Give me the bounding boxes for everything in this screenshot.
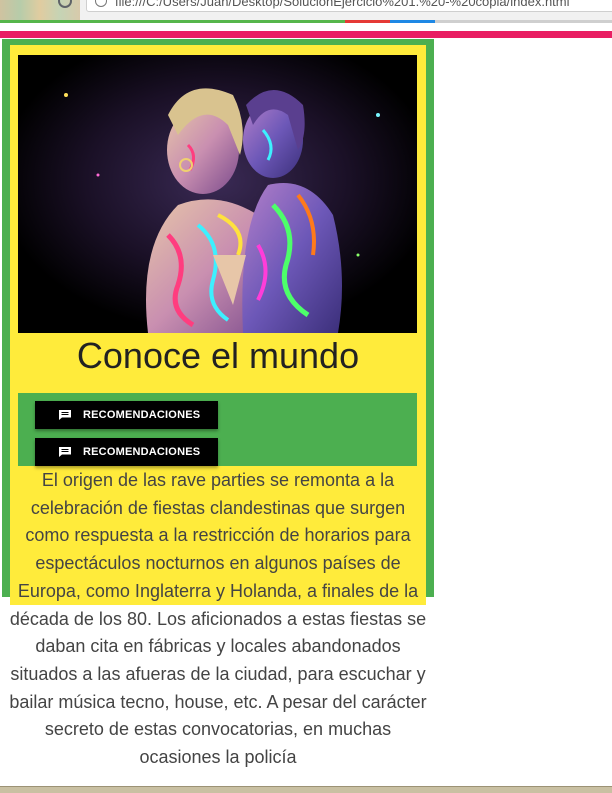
hero-image-art (18, 55, 417, 333)
card-title: Conoce el mundo (76, 335, 360, 376)
hero-image (18, 55, 417, 333)
recommendations-button-label: RECOMENDACIONES (83, 409, 201, 421)
color-strip-blue (390, 20, 435, 23)
color-strip-red (345, 20, 390, 23)
button-panel: RECOMENDACIONES RECOMENDACIONES (18, 393, 417, 466)
recommendations-button[interactable]: RECOMENDACIONES (35, 438, 218, 466)
info-icon (95, 0, 107, 7)
body-paragraph: El origen de las rave parties se remonta… (9, 470, 427, 768)
header-bar (0, 31, 612, 38)
chat-bubble-icon (59, 447, 71, 457)
browser-chrome: file:///C:/Users/Juan/Desktop/SolucionEj… (0, 0, 612, 21)
address-bar-text: file:///C:/Users/Juan/Desktop/SolucionEj… (115, 0, 570, 9)
recommendations-button-label: RECOMENDACIONES (83, 446, 201, 458)
recommendations-button[interactable]: RECOMENDACIONES (35, 401, 218, 429)
address-bar[interactable]: file:///C:/Users/Juan/Desktop/SolucionEj… (86, 0, 612, 12)
color-strip (0, 20, 612, 30)
color-strip-green (0, 20, 345, 23)
chat-bubble-icon (59, 410, 71, 420)
color-strip-grey (435, 20, 612, 23)
